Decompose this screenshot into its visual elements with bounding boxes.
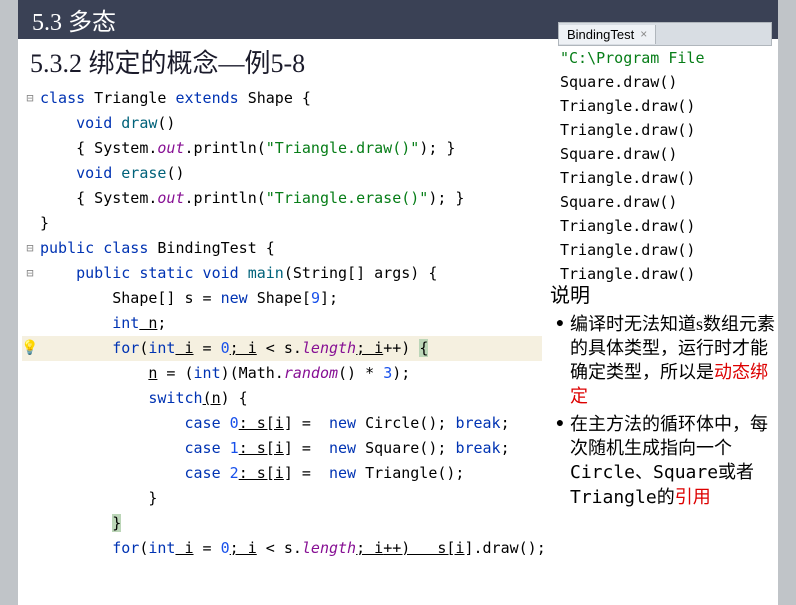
console-line: Triangle.draw() [560,94,772,118]
fold-icon[interactable]: ⊟ [22,261,38,286]
fold-icon[interactable]: ⊟ [22,86,38,111]
code-block: ⊟class Triangle extends Shape { void dra… [18,86,542,561]
console-tab[interactable]: BindingTest × [559,25,656,44]
bulb-icon[interactable]: 💡 [22,336,38,361]
console-line: Triangle.draw() [560,262,772,286]
bullet-icon: ● [550,312,570,408]
console-tab-bar: BindingTest × [558,22,772,46]
console-output: "C:\Program File Square.draw() Triangle.… [560,46,772,286]
console-line: Triangle.draw() [560,238,772,262]
bullet-1: ● 编译时无法知道s数组元素的具体类型，运行时才能确定类型，所以是动态绑定 [550,312,776,408]
bullet-2: ● 在主方法的循环体中，每次随机生成指向一个Circle、Square或者Tri… [550,412,776,510]
console-line: Square.draw() [560,142,772,166]
explain-title: 说明 [550,284,776,308]
console-line: Triangle.draw() [560,118,772,142]
console-line: Triangle.draw() [560,166,772,190]
explanation: 说明 ● 编译时无法知道s数组元素的具体类型，运行时才能确定类型，所以是动态绑定… [550,284,776,514]
bullet-icon: ● [550,412,570,510]
console-line: Triangle.draw() [560,214,772,238]
tab-label: BindingTest [567,27,634,42]
fold-icon[interactable]: ⊟ [22,236,38,261]
close-icon[interactable]: × [640,27,647,41]
console-line: Square.draw() [560,70,772,94]
console-path: "C:\Program File [560,46,772,70]
console-line: Square.draw() [560,190,772,214]
